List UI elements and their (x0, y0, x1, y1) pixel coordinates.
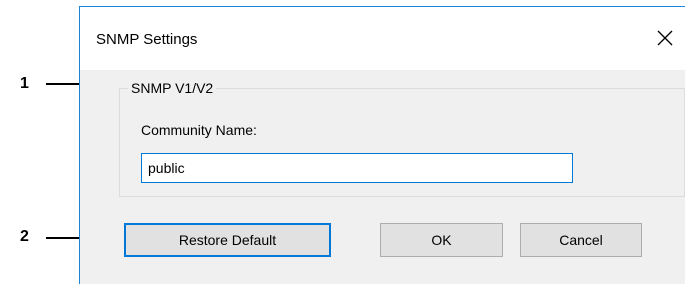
callout-number-1: 1 (20, 75, 29, 92)
ok-button[interactable]: OK (380, 223, 503, 257)
restore-default-button[interactable]: Restore Default (124, 223, 331, 257)
snmp-settings-dialog: SNMP Settings SNMP V1/V2 Community Name:… (79, 6, 685, 284)
close-button[interactable] (644, 7, 685, 67)
groupbox-legend: SNMP V1/V2 (128, 80, 217, 96)
dialog-titlebar: SNMP Settings (80, 7, 685, 70)
cancel-button[interactable]: Cancel (520, 223, 642, 257)
close-icon (657, 30, 673, 46)
screenshot-canvas: 1 2 SNMP Settings SNMP V1/V2 Community N… (0, 0, 685, 284)
dialog-title: SNMP Settings (96, 31, 198, 48)
community-name-label: Community Name: (141, 122, 257, 138)
callout-number-2: 2 (20, 228, 29, 245)
community-name-input[interactable] (141, 153, 573, 183)
